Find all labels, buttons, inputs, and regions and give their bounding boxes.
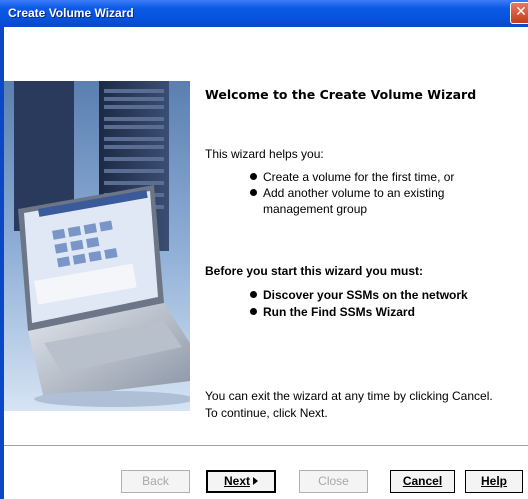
- intro-text: This wizard helps you:: [205, 147, 324, 161]
- help-item: Add another volume to an existing: [250, 186, 444, 200]
- wizard-window: Create Volume Wizard ✕ Welcome to the Cr…: [0, 0, 528, 499]
- close-window-button[interactable]: ✕: [510, 2, 528, 24]
- help-item-continued: management group: [263, 202, 368, 216]
- bullet-icon: [250, 189, 257, 196]
- prereq-item: Discover your SSMs on the network: [250, 288, 468, 302]
- close-icon: ✕: [515, 4, 527, 20]
- close-button[interactable]: Close: [299, 470, 368, 493]
- bullet-icon: [250, 308, 257, 315]
- footer-line: To continue, click Next.: [205, 406, 328, 420]
- wizard-content: Welcome to the Create Volume Wizard This…: [4, 27, 528, 499]
- window-title: Create Volume Wizard: [8, 6, 134, 20]
- wizard-heading: Welcome to the Create Volume Wizard: [205, 87, 477, 102]
- cancel-button[interactable]: Cancel: [390, 470, 455, 493]
- help-item: Create a volume for the first time, or: [250, 170, 454, 184]
- prereq-item: Run the Find SSMs Wizard: [250, 305, 415, 319]
- prereq-heading: Before you start this wizard you must:: [205, 264, 424, 278]
- arrow-right-icon: [253, 477, 258, 485]
- bullet-icon: [250, 291, 257, 298]
- divider: [4, 445, 528, 446]
- footer-line: You can exit the wizard at any time by c…: [205, 389, 493, 403]
- laptop-illustration: [4, 81, 190, 411]
- help-button[interactable]: Help: [465, 470, 523, 493]
- back-button[interactable]: Back: [121, 470, 190, 493]
- bullet-icon: [250, 173, 257, 180]
- next-button[interactable]: Next: [206, 470, 276, 493]
- title-bar[interactable]: Create Volume Wizard ✕: [0, 0, 528, 27]
